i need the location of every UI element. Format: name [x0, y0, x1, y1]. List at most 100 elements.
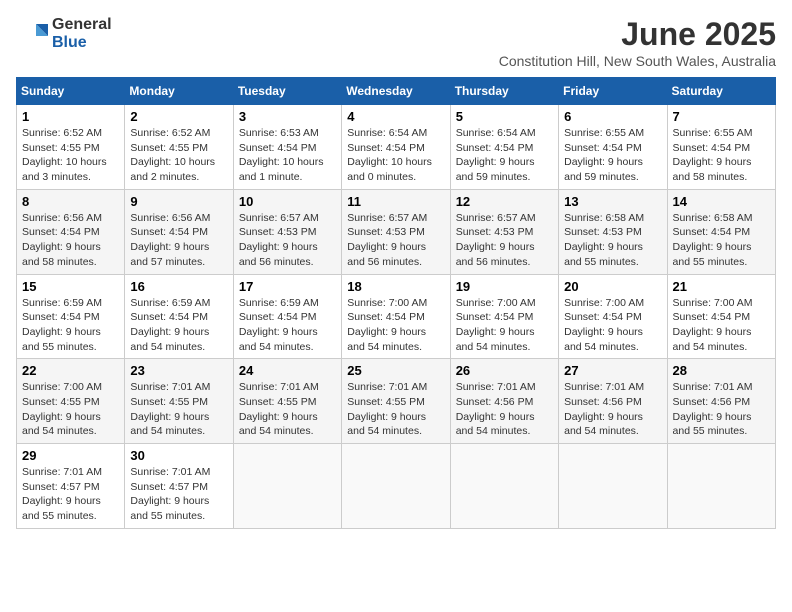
- cell-content: Sunrise: 7:00 AMSunset: 4:54 PMDaylight:…: [673, 296, 770, 355]
- day-number: 18: [347, 279, 444, 294]
- calendar: SundayMondayTuesdayWednesdayThursdayFrid…: [16, 77, 776, 529]
- cell-content: Sunrise: 7:01 AMSunset: 4:55 PMDaylight:…: [239, 380, 336, 439]
- month-title: June 2025: [499, 16, 776, 53]
- day-header-sunday: Sunday: [17, 78, 125, 105]
- cell-content: Sunrise: 7:00 AMSunset: 4:54 PMDaylight:…: [564, 296, 661, 355]
- calendar-cell: 7 Sunrise: 6:55 AMSunset: 4:54 PMDaylight…: [667, 105, 775, 190]
- day-number: 10: [239, 194, 336, 209]
- day-number: 20: [564, 279, 661, 294]
- calendar-cell: 8 Sunrise: 6:56 AMSunset: 4:54 PMDaylight…: [17, 189, 125, 274]
- day-number: 16: [130, 279, 227, 294]
- calendar-cell: 14 Sunrise: 6:58 AMSunset: 4:54 PMDayligh…: [667, 189, 775, 274]
- day-header-thursday: Thursday: [450, 78, 558, 105]
- cell-content: Sunrise: 7:01 AMSunset: 4:55 PMDaylight:…: [130, 380, 227, 439]
- day-number: 28: [673, 363, 770, 378]
- calendar-cell: 11 Sunrise: 6:57 AMSunset: 4:53 PMDayligh…: [342, 189, 450, 274]
- cell-content: Sunrise: 7:00 AMSunset: 4:54 PMDaylight:…: [347, 296, 444, 355]
- day-number: 14: [673, 194, 770, 209]
- cell-content: Sunrise: 7:01 AMSunset: 4:56 PMDaylight:…: [456, 380, 553, 439]
- calendar-cell: [450, 444, 558, 529]
- cell-content: Sunrise: 6:57 AMSunset: 4:53 PMDaylight:…: [456, 211, 553, 270]
- day-number: 7: [673, 109, 770, 124]
- day-number: 22: [22, 363, 119, 378]
- calendar-cell: 13 Sunrise: 6:58 AMSunset: 4:53 PMDayligh…: [559, 189, 667, 274]
- day-number: 12: [456, 194, 553, 209]
- day-number: 1: [22, 109, 119, 124]
- day-number: 11: [347, 194, 444, 209]
- calendar-cell: 17Sunrise: 6:59 AMSunset: 4:54 PMDayligh…: [233, 274, 341, 359]
- calendar-cell: 28 Sunrise: 7:01 AMSunset: 4:56 PMDayligh…: [667, 359, 775, 444]
- calendar-cell: 18 Sunrise: 7:00 AMSunset: 4:54 PMDayligh…: [342, 274, 450, 359]
- cell-content: Sunrise: 7:01 AMSunset: 4:57 PMDaylight:…: [22, 465, 119, 524]
- calendar-cell: 3 Sunrise: 6:53 AMSunset: 4:54 PMDaylight…: [233, 105, 341, 190]
- calendar-cell: 1 Sunrise: 6:52 AMSunset: 4:55 PMDaylight…: [17, 105, 125, 190]
- day-number: 29: [22, 448, 119, 463]
- cell-content: Sunrise: 6:56 AMSunset: 4:54 PMDaylight:…: [130, 211, 227, 270]
- calendar-cell: 19 Sunrise: 7:00 AMSunset: 4:54 PMDayligh…: [450, 274, 558, 359]
- day-header-saturday: Saturday: [667, 78, 775, 105]
- calendar-cell: [559, 444, 667, 529]
- calendar-cell: 21 Sunrise: 7:00 AMSunset: 4:54 PMDayligh…: [667, 274, 775, 359]
- cell-content: Sunrise: 7:00 AMSunset: 4:55 PMDaylight:…: [22, 380, 119, 439]
- day-number: 19: [456, 279, 553, 294]
- cell-content: Sunrise: 7:01 AMSunset: 4:57 PMDaylight:…: [130, 465, 227, 524]
- title-area: June 2025 Constitution Hill, New South W…: [499, 16, 776, 69]
- calendar-cell: 9 Sunrise: 6:56 AMSunset: 4:54 PMDaylight…: [125, 189, 233, 274]
- calendar-cell: 2Sunrise: 6:52 AMSunset: 4:55 PMDaylight…: [125, 105, 233, 190]
- calendar-cell: 24 Sunrise: 7:01 AMSunset: 4:55 PMDayligh…: [233, 359, 341, 444]
- calendar-cell: 26 Sunrise: 7:01 AMSunset: 4:56 PMDayligh…: [450, 359, 558, 444]
- cell-content: Sunrise: 6:58 AMSunset: 4:53 PMDaylight:…: [564, 211, 661, 270]
- calendar-cell: 6 Sunrise: 6:55 AMSunset: 4:54 PMDaylight…: [559, 105, 667, 190]
- cell-content: Sunrise: 6:56 AMSunset: 4:54 PMDaylight:…: [22, 211, 119, 270]
- day-number: 30: [130, 448, 227, 463]
- cell-content: Sunrise: 7:00 AMSunset: 4:54 PMDaylight:…: [456, 296, 553, 355]
- calendar-cell: 29 Sunrise: 7:01 AMSunset: 4:57 PMDayligh…: [17, 444, 125, 529]
- calendar-cell: [342, 444, 450, 529]
- cell-content: Sunrise: 6:55 AMSunset: 4:54 PMDaylight:…: [564, 126, 661, 185]
- location-title: Constitution Hill, New South Wales, Aust…: [499, 53, 776, 69]
- day-number: 21: [673, 279, 770, 294]
- calendar-cell: 22 Sunrise: 7:00 AMSunset: 4:55 PMDayligh…: [17, 359, 125, 444]
- day-number: 13: [564, 194, 661, 209]
- day-number: 9: [130, 194, 227, 209]
- calendar-cell: [233, 444, 341, 529]
- cell-content: Sunrise: 6:54 AMSunset: 4:54 PMDaylight:…: [347, 126, 444, 185]
- day-number: 3: [239, 109, 336, 124]
- cell-content: Sunrise: 6:54 AMSunset: 4:54 PMDaylight:…: [456, 126, 553, 185]
- cell-content: Sunrise: 6:58 AMSunset: 4:54 PMDaylight:…: [673, 211, 770, 270]
- calendar-cell: 25 Sunrise: 7:01 AMSunset: 4:55 PMDayligh…: [342, 359, 450, 444]
- day-number: 23: [130, 363, 227, 378]
- calendar-cell: 10Sunrise: 6:57 AMSunset: 4:53 PMDayligh…: [233, 189, 341, 274]
- cell-content: Sunrise: 6:59 AMSunset: 4:54 PMDaylight:…: [130, 296, 227, 355]
- day-number: 4: [347, 109, 444, 124]
- cell-content: Sunrise: 7:01 AMSunset: 4:56 PMDaylight:…: [564, 380, 661, 439]
- logo-blue: Blue: [52, 34, 112, 52]
- day-number: 25: [347, 363, 444, 378]
- cell-content: Sunrise: 7:01 AMSunset: 4:56 PMDaylight:…: [673, 380, 770, 439]
- day-number: 2: [130, 109, 227, 124]
- logo: General Blue: [16, 16, 112, 51]
- day-number: 8: [22, 194, 119, 209]
- cell-content: Sunrise: 6:52 AMSunset: 4:55 PMDaylight:…: [22, 126, 119, 185]
- cell-content: Sunrise: 6:53 AMSunset: 4:54 PMDaylight:…: [239, 126, 336, 185]
- day-number: 26: [456, 363, 553, 378]
- day-header-tuesday: Tuesday: [233, 78, 341, 105]
- cell-content: Sunrise: 6:59 AMSunset: 4:54 PMDaylight:…: [239, 296, 336, 355]
- day-header-friday: Friday: [559, 78, 667, 105]
- calendar-cell: [667, 444, 775, 529]
- header: General Blue June 2025 Constitution Hill…: [16, 16, 776, 69]
- calendar-cell: 16 Sunrise: 6:59 AMSunset: 4:54 PMDayligh…: [125, 274, 233, 359]
- day-number: 24: [239, 363, 336, 378]
- day-number: 5: [456, 109, 553, 124]
- calendar-cell: 30 Sunrise: 7:01 AMSunset: 4:57 PMDayligh…: [125, 444, 233, 529]
- cell-content: Sunrise: 7:01 AMSunset: 4:55 PMDaylight:…: [347, 380, 444, 439]
- cell-content: Sunrise: 6:57 AMSunset: 4:53 PMDaylight:…: [347, 211, 444, 270]
- day-number: 6: [564, 109, 661, 124]
- calendar-cell: 4 Sunrise: 6:54 AMSunset: 4:54 PMDaylight…: [342, 105, 450, 190]
- calendar-cell: 27Sunrise: 7:01 AMSunset: 4:56 PMDayligh…: [559, 359, 667, 444]
- logo-general: General: [52, 16, 112, 34]
- day-header-wednesday: Wednesday: [342, 78, 450, 105]
- cell-content: Sunrise: 6:55 AMSunset: 4:54 PMDaylight:…: [673, 126, 770, 185]
- cell-content: Sunrise: 6:59 AMSunset: 4:54 PMDaylight:…: [22, 296, 119, 355]
- calendar-cell: 12 Sunrise: 6:57 AMSunset: 4:53 PMDayligh…: [450, 189, 558, 274]
